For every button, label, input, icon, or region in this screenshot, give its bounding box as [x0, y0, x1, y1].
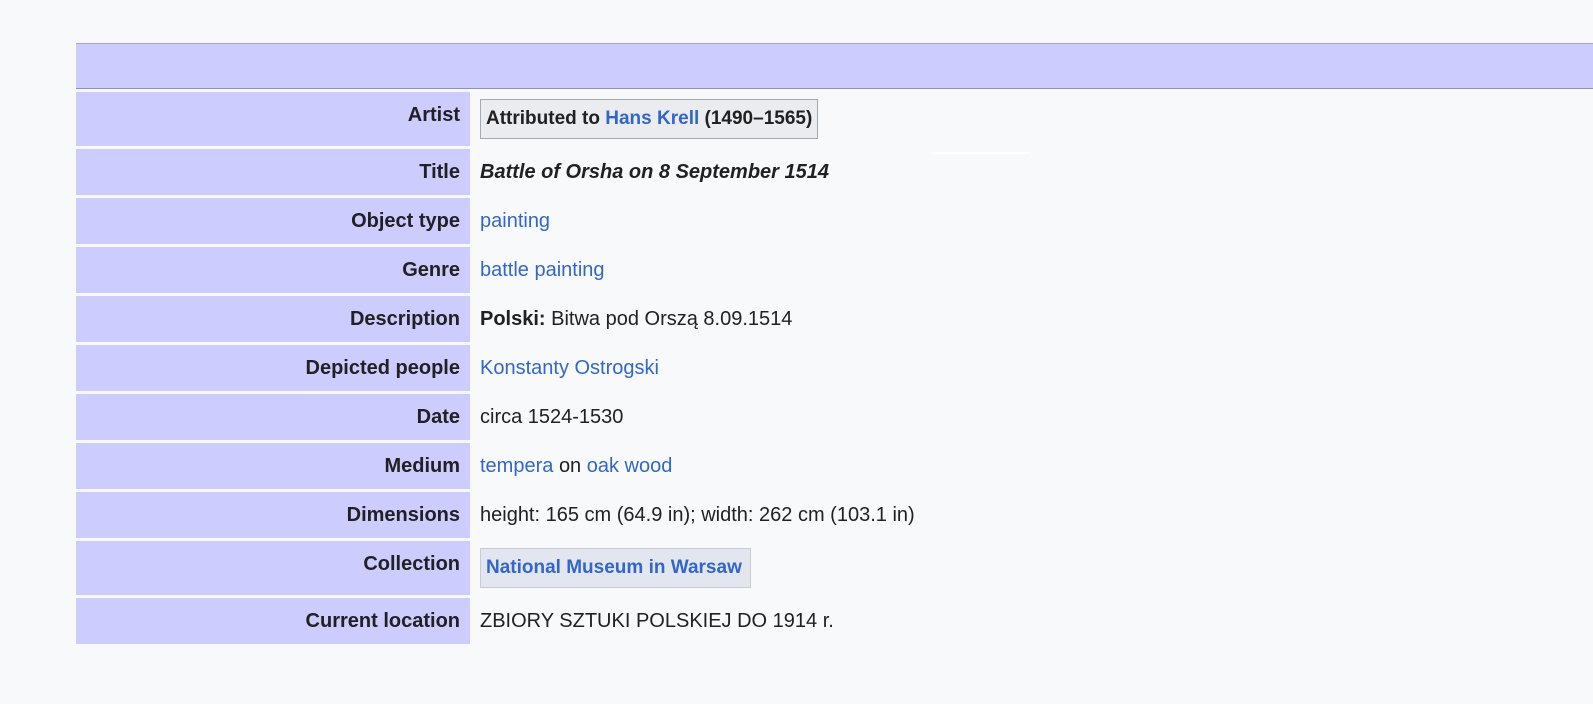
medium-connector: on [558, 454, 582, 477]
label-current-location: Current location [76, 598, 470, 644]
info-table: Artist Attributed to Hans Krell (1490–15… [76, 89, 915, 647]
label-dimensions: Dimensions [76, 492, 470, 538]
value-depicted-people: Konstanty Ostrogski [470, 345, 915, 391]
row-date: Date circa 1524-1530 [76, 394, 915, 440]
artist-box: Attributed to Hans Krell (1490–1565) [480, 99, 819, 139]
row-description: Description Polski: Bitwa pod Orszą 8.09… [76, 296, 915, 342]
object-type-link[interactable]: painting [480, 210, 550, 232]
table-header-bar [76, 43, 1593, 89]
row-dimensions: Dimensions height: 165 cm (64.9 in); wid… [76, 492, 915, 538]
label-object-type: Object type [76, 198, 470, 244]
label-depicted-people: Depicted people [76, 345, 470, 391]
label-collection: Collection [76, 541, 470, 595]
value-description: Polski: Bitwa pod Orszą 8.09.1514 [470, 296, 915, 342]
artist-years: (1490–1565) [704, 108, 813, 129]
row-object-type: Object type painting [76, 198, 915, 244]
label-description: Description [76, 296, 470, 342]
label-genre: Genre [76, 247, 470, 293]
row-title: Title Battle of Orsha on 8 September 151… [76, 149, 915, 195]
value-current-location: ZBIORY SZTUKI POLSKIEJ DO 1914 r. [480, 609, 834, 632]
label-medium: Medium [76, 443, 470, 489]
artist-prefix: Attributed to [486, 108, 600, 129]
label-date: Date [76, 394, 470, 440]
value-title: Battle of Orsha on 8 September 1514 [480, 160, 830, 183]
description-text: Bitwa pod Orszą 8.09.1514 [551, 307, 793, 330]
value-object-type: painting [470, 198, 915, 244]
row-genre: Genre battle painting [76, 247, 915, 293]
value-date: circa 1524-1530 [480, 405, 624, 428]
collection-link[interactable]: National Museum in Warsaw [486, 557, 742, 578]
label-title: Title [76, 149, 470, 195]
genre-link[interactable]: battle painting [480, 259, 605, 281]
row-medium: Medium tempera on oak wood [76, 443, 915, 489]
collection-box: National Museum in Warsaw [480, 548, 751, 588]
row-collection: Collection National Museum in Warsaw [76, 541, 915, 595]
value-genre: battle painting [470, 247, 915, 293]
row-current-location: Current location ZBIORY SZTUKI POLSKIEJ … [76, 598, 915, 644]
medium-material-link[interactable]: tempera [480, 455, 553, 477]
artist-link[interactable]: Hans Krell [605, 108, 699, 129]
value-collection: National Museum in Warsaw [470, 541, 915, 595]
value-medium: tempera on oak wood [470, 443, 915, 489]
label-artist: Artist [76, 92, 470, 146]
medium-support-link[interactable]: oak wood [587, 455, 673, 477]
value-artist: Attributed to Hans Krell (1490–1565) [470, 92, 915, 146]
artwork-info-table: Artist Attributed to Hans Krell (1490–15… [76, 43, 1593, 647]
depicted-people-link[interactable]: Konstanty Ostrogski [480, 357, 659, 379]
description-lang: Polski: [480, 307, 546, 330]
value-dimensions: height: 165 cm (64.9 in); width: 262 cm … [480, 503, 915, 526]
row-depicted-people: Depicted people Konstanty Ostrogski [76, 345, 915, 391]
row-artist: Artist Attributed to Hans Krell (1490–15… [76, 92, 915, 146]
